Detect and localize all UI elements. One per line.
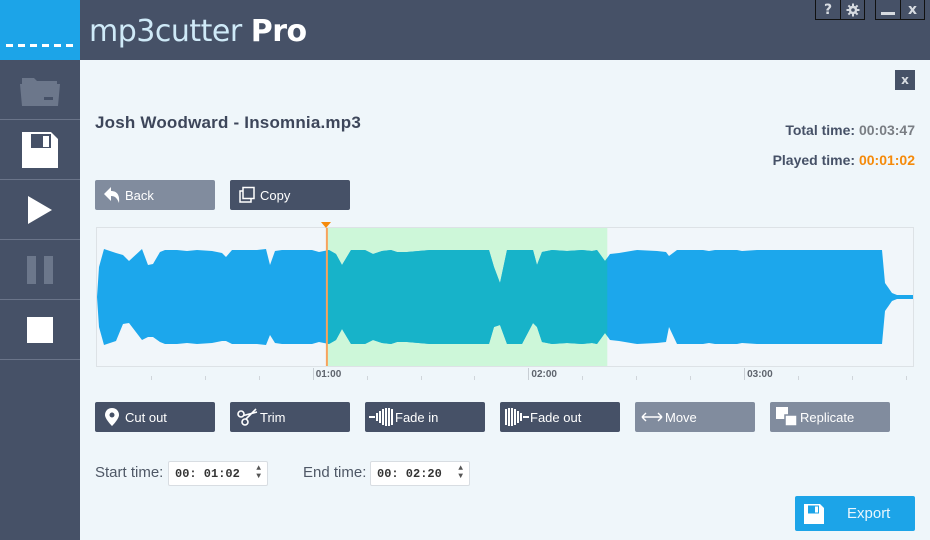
close-window-button[interactable]: x: [900, 0, 924, 19]
waveform-panel[interactable]: [96, 227, 914, 367]
axis-minor-tick: [636, 376, 638, 380]
axis-tick-label: 01:00: [315, 369, 342, 380]
pause-icon: [27, 255, 53, 284]
stop-button[interactable]: [0, 300, 80, 360]
folder-icon: [20, 77, 60, 106]
fade-out-button[interactable]: Fade out: [500, 402, 620, 432]
axis-minor-tick: [798, 376, 800, 380]
save-icon: [803, 503, 825, 525]
axis-tick-label: 02:00: [531, 369, 557, 380]
move-button[interactable]: Move: [635, 402, 755, 432]
location-pin-icon: [99, 408, 125, 426]
axis-minor-tick: [851, 376, 853, 380]
save-icon: [22, 131, 58, 168]
copy-icon: [234, 186, 260, 204]
start-time-label: Start time:: [95, 464, 164, 481]
export-button[interactable]: Export: [795, 496, 915, 531]
axis-minor-tick: [474, 376, 476, 380]
played-time: Played time: 00:01:02: [773, 152, 915, 168]
playhead-marker-icon[interactable]: [320, 222, 331, 228]
axis-minor-tick: [582, 376, 584, 380]
action-label: Replicate: [800, 409, 855, 425]
menu-dashes-icon: [6, 44, 76, 47]
end-time-stepper[interactable]: ▲ ▼: [458, 465, 463, 481]
help-settings-group: ?: [815, 0, 865, 20]
minimize-icon: [881, 12, 895, 15]
menu-logo-button[interactable]: [0, 0, 80, 60]
axis-minor-tick: [420, 376, 422, 380]
stop-icon: [27, 316, 53, 343]
open-file-button[interactable]: [0, 60, 80, 120]
help-button[interactable]: ?: [816, 0, 840, 19]
played-time-label: Played time:: [772, 152, 856, 168]
total-time-label: Total time:: [785, 122, 856, 138]
back-arrow-icon: [99, 186, 125, 204]
file-title: Josh Woodward - Insomnia.mp3: [95, 113, 361, 132]
axis-minor-tick: [150, 376, 152, 380]
play-icon: [28, 195, 52, 224]
action-label: Cut out: [125, 409, 167, 425]
app-title: mp3cutter Pro: [89, 14, 307, 49]
close-file-button[interactable]: x: [895, 70, 915, 90]
pause-button[interactable]: [0, 240, 80, 300]
replicate-icon: [774, 407, 800, 427]
axis-minor-tick: [366, 376, 368, 380]
title-bar: mp3cutter Pro ? x: [0, 0, 930, 60]
cut-out-button[interactable]: Cut out: [95, 402, 215, 432]
start-time-input[interactable]: 00: 01:02 ▲ ▼: [168, 461, 268, 486]
fade-in-icon: [369, 407, 395, 427]
minimize-button[interactable]: [876, 0, 900, 19]
axis-minor-tick: [258, 376, 260, 380]
total-time-value: 00:03:47: [858, 122, 915, 138]
axis-tick-label: 03:00: [747, 369, 773, 380]
back-button[interactable]: Back: [95, 180, 215, 210]
copy-button[interactable]: Copy: [230, 180, 350, 210]
scissors-icon: [234, 408, 260, 426]
axis-minor-tick: [204, 376, 206, 380]
fade-out-icon: [504, 407, 530, 427]
action-label: Move: [665, 409, 697, 425]
close-icon: x: [907, 1, 918, 18]
action-label: Trim: [260, 409, 286, 425]
axis-minor-tick: [690, 376, 692, 380]
time-axis: 01:00 02:00 03:00: [96, 368, 914, 388]
axis-major-tick: [744, 368, 746, 380]
axis-major-tick: [312, 368, 314, 380]
save-button[interactable]: [0, 120, 80, 180]
axis-minor-tick: [905, 376, 907, 380]
end-time-label: End time:: [303, 464, 367, 481]
replicate-button[interactable]: Replicate: [770, 402, 890, 432]
total-time: Total time: 00:03:47: [785, 122, 915, 138]
action-label: Fade in: [395, 409, 439, 425]
play-button[interactable]: [0, 180, 80, 240]
close-icon: x: [901, 73, 909, 87]
action-label: Fade out: [530, 409, 582, 425]
waveform-canvas[interactable]: [97, 228, 914, 367]
axis-major-tick: [528, 368, 530, 380]
window-controls-group: x: [875, 0, 925, 20]
gear-icon: [846, 3, 859, 16]
trim-button[interactable]: Trim: [230, 402, 350, 432]
start-time-stepper[interactable]: ▲ ▼: [256, 465, 261, 481]
end-time-input[interactable]: 00: 02:20 ▲ ▼: [370, 461, 470, 486]
sidebar: [0, 60, 80, 540]
move-arrows-icon: [639, 412, 665, 422]
fade-in-button[interactable]: Fade in: [365, 402, 485, 432]
played-time-value: 00:01:02: [858, 152, 915, 168]
settings-button[interactable]: [840, 0, 864, 19]
